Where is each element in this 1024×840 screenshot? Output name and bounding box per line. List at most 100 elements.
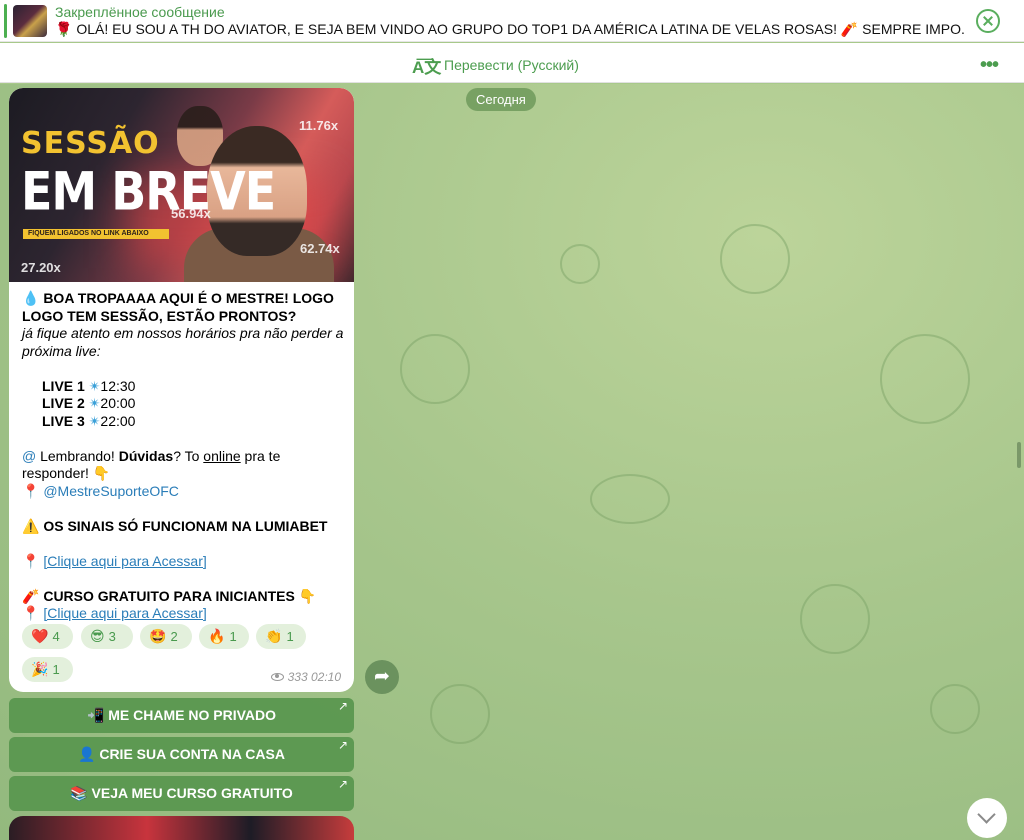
pinned-text: 🌹 OLÁ! EU SOU A TH DO AVIATOR, E SEJA BE… [55, 21, 965, 37]
more-icon[interactable]: ••• [980, 54, 999, 77]
banner-multiplier: 11.76x [299, 118, 339, 133]
message-text: 💧 BOA TROPAAAA AQUI É O MESTRE! LOGO LOG… [22, 290, 347, 623]
schedule-label: LIVE 1 [42, 377, 85, 394]
close-icon[interactable] [976, 9, 1000, 33]
reminder-mid: ? To [173, 447, 204, 464]
translate-bar[interactable]: A͞文 Перевести (Русский) ••• [0, 43, 1024, 83]
schedule-row: LIVE 3 ✴22:00 [22, 413, 347, 431]
doodle-bg [880, 334, 970, 424]
signals-link[interactable]: [Clique aqui para Acessar] [43, 553, 206, 569]
signals-text: OS SINAIS SÓ FUNCIONAM NA LUMIABET [43, 517, 328, 534]
doodle-bg [800, 584, 870, 654]
pin-icon: 📍 [22, 552, 40, 569]
reaction-chip[interactable]: ❤️ 4 [22, 624, 73, 649]
course-text: CURSO GRATUITO PARA INICIANTES 👇 [43, 587, 317, 604]
schedule-label: LIVE 3 [42, 412, 85, 429]
reaction-chip[interactable]: 😎 3 [81, 624, 133, 649]
banner-title-bottom: EM BREVE [21, 160, 276, 223]
reaction-count: 1 [229, 629, 237, 644]
support-handle-link[interactable]: @MestreSuporteOFC [43, 483, 179, 499]
banner-multiplier: 56.94x [171, 206, 211, 221]
banner-multiplier: 62.74x [300, 241, 340, 256]
course-link[interactable]: [Clique aqui para Acessar] [43, 605, 206, 621]
pin-icon: 📍 [22, 605, 40, 621]
reaction-emoji: ❤️ [31, 628, 49, 644]
message-headline: 💧 BOA TROPAAAA AQUI É O MESTRE! LOGO LOG… [22, 290, 334, 324]
external-link-icon: ↗ [337, 699, 348, 713]
schedule-time: 22:00 [100, 412, 136, 429]
message-bubble[interactable]: SESSÃO EM BREVE FIQUEM LIGADOS NO LINK A… [9, 88, 354, 692]
pinned-message-bar[interactable]: Закреплённое сообщение 🌹 OLÁ! EU SOU A T… [0, 0, 1024, 42]
banner-strip: FIQUEM LIGADOS NO LINK ABAIXO [23, 229, 169, 239]
translate-icon: A͞文 [412, 58, 442, 77]
next-message-image[interactable] [9, 816, 354, 840]
inline-button-create-account[interactable]: 👤 CRIE SUA CONTA NA CASA ↗ [9, 737, 354, 772]
warning-icon: ⚠️ [22, 517, 40, 534]
reaction-count: 2 [170, 629, 178, 644]
course-line: 🧨 CURSO GRATUITO PARA INICIANTES 👇 [22, 588, 347, 606]
message-time: 02:10 [310, 670, 341, 684]
reaction-chip[interactable]: 👏 1 [256, 624, 306, 649]
reaction-chip[interactable]: 🔥 1 [199, 624, 249, 649]
doodle-bg [590, 474, 670, 524]
doodle-bg [400, 334, 470, 404]
star-icon: ✴ [88, 395, 101, 411]
pinned-accent [4, 4, 7, 38]
schedule-time: 12:30 [100, 377, 136, 394]
support-line: 📍 @MestreSuporteOFC [22, 483, 347, 501]
reaction-emoji: 👏 [265, 628, 283, 644]
scroll-down-button[interactable] [967, 798, 1007, 838]
at-icon: @ [22, 447, 37, 464]
scrollbar[interactable] [1017, 442, 1021, 468]
external-link-icon: ↗ [337, 738, 348, 752]
reaction-emoji: 🔥 [208, 628, 226, 644]
reaction-count: 4 [52, 629, 60, 644]
doodle-bg [720, 224, 790, 294]
schedule-time: 20:00 [100, 395, 136, 411]
star-icon: ✴ [88, 412, 101, 429]
message-banner-image[interactable]: SESSÃO EM BREVE FIQUEM LIGADOS NO LINK A… [9, 88, 354, 282]
reaction-chip[interactable]: 🤩 2 [140, 624, 192, 649]
reaction-chip[interactable]: 🎉 1 [22, 657, 73, 682]
banner-title-top: SESSÃO [21, 126, 160, 161]
pin-icon: 📍 [22, 482, 40, 499]
reminder-prefix: Lembrando! [40, 447, 119, 464]
star-icon: ✴ [88, 377, 101, 394]
inline-button-label: 👤 CRIE SUA CONTA NA CASA [78, 746, 285, 762]
inline-button-private[interactable]: 📲 ME CHAME NO PRIVADO ↗ [9, 698, 354, 733]
reminder-line: @ Lembrando! Dúvidas? To online pra te r… [22, 448, 347, 483]
pinned-thumbnail [13, 5, 47, 37]
signals-line: ⚠️ OS SINAIS SÓ FUNCIONAM NA LUMIABET [22, 518, 347, 536]
reaction-count: 1 [286, 629, 294, 644]
inline-button-course[interactable]: 📚 VEJA MEU CURSO GRATUITO ↗ [9, 776, 354, 811]
reaction-emoji: 🤩 [149, 628, 167, 644]
reaction-count: 1 [52, 662, 60, 677]
schedule-row: LIVE 1 ✴12:30 [22, 378, 347, 396]
share-icon[interactable]: ➦ [365, 660, 399, 694]
external-link-icon: ↗ [337, 777, 348, 791]
reminder-link[interactable]: online [203, 448, 240, 464]
inline-button-label: 📲 ME CHAME NO PRIVADO [86, 707, 277, 723]
message-meta: 333 02:10 [270, 670, 341, 684]
pinned-title: Закреплённое сообщение [55, 4, 225, 20]
chat-area: Сегодня SESSÃO EM BREVE FIQUEM LIGADOS N… [0, 84, 1024, 840]
inline-button-label: 📚 VEJA MEU CURSO GRATUITO [70, 785, 293, 801]
schedule-row: LIVE 2 ✴20:00 [22, 395, 347, 413]
date-separator: Сегодня [466, 88, 536, 111]
eye-icon [270, 673, 284, 681]
reaction-emoji: 🎉 [31, 661, 49, 677]
doodle-bg [560, 244, 600, 284]
schedule-label: LIVE 2 [42, 395, 85, 411]
reaction-count: 3 [108, 629, 116, 644]
signals-link-line: 📍 [Clique aqui para Acessar] [22, 553, 347, 571]
message-subline: já fique atento em nossos horários pra n… [22, 325, 344, 359]
dynamite-icon: 🧨 [22, 587, 40, 604]
doodle-bg [930, 684, 980, 734]
translate-label[interactable]: Перевести (Русский) [444, 57, 579, 73]
view-count: 333 [287, 670, 308, 684]
reaction-emoji: 😎 [90, 628, 105, 644]
banner-multiplier: 27.20x [21, 260, 61, 275]
reminder-bold: Dúvidas [118, 447, 174, 464]
course-link-line: 📍 [Clique aqui para Acessar] [22, 605, 347, 623]
doodle-bg [430, 684, 490, 744]
